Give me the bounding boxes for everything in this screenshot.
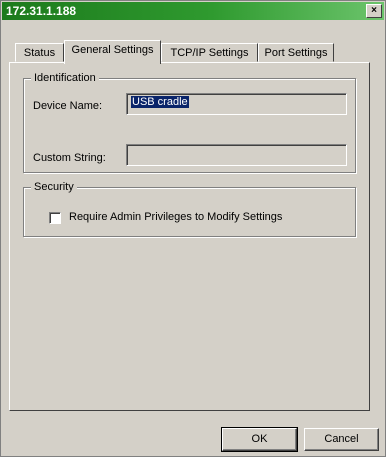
general-settings-panel: Identification Device Name: USB cradle C… — [9, 62, 370, 411]
security-group: Security Require Admin Privileges to Mod… — [23, 181, 356, 237]
window-title: 172.31.1.188 — [6, 4, 77, 18]
device-name-label: Device Name: — [33, 100, 103, 112]
identification-legend: Identification — [31, 72, 99, 85]
security-legend: Security — [31, 181, 77, 194]
title-bar[interactable]: 172.31.1.188 × — [2, 2, 384, 20]
device-name-value: USB cradle — [131, 96, 189, 108]
close-icon: × — [371, 5, 377, 16]
settings-dialog: 172.31.1.188 × Status General Settings T… — [0, 0, 386, 457]
cancel-button[interactable]: Cancel — [304, 428, 379, 451]
tab-port-settings[interactable]: Port Settings — [258, 43, 334, 62]
tab-general-settings[interactable]: General Settings — [64, 40, 161, 64]
require-admin-checkbox[interactable] — [49, 212, 61, 224]
close-button[interactable]: × — [366, 4, 382, 18]
identification-group: Identification Device Name: USB cradle C… — [23, 72, 356, 173]
require-admin-label[interactable]: Require Admin Privileges to Modify Setti… — [69, 211, 282, 223]
tab-status[interactable]: Status — [15, 43, 64, 62]
custom-string-field[interactable] — [126, 144, 347, 166]
device-name-field[interactable]: USB cradle — [126, 93, 347, 115]
ok-button[interactable]: OK — [221, 427, 298, 452]
custom-string-label: Custom String: — [33, 152, 106, 164]
tab-tcpip-settings[interactable]: TCP/IP Settings — [161, 43, 258, 62]
